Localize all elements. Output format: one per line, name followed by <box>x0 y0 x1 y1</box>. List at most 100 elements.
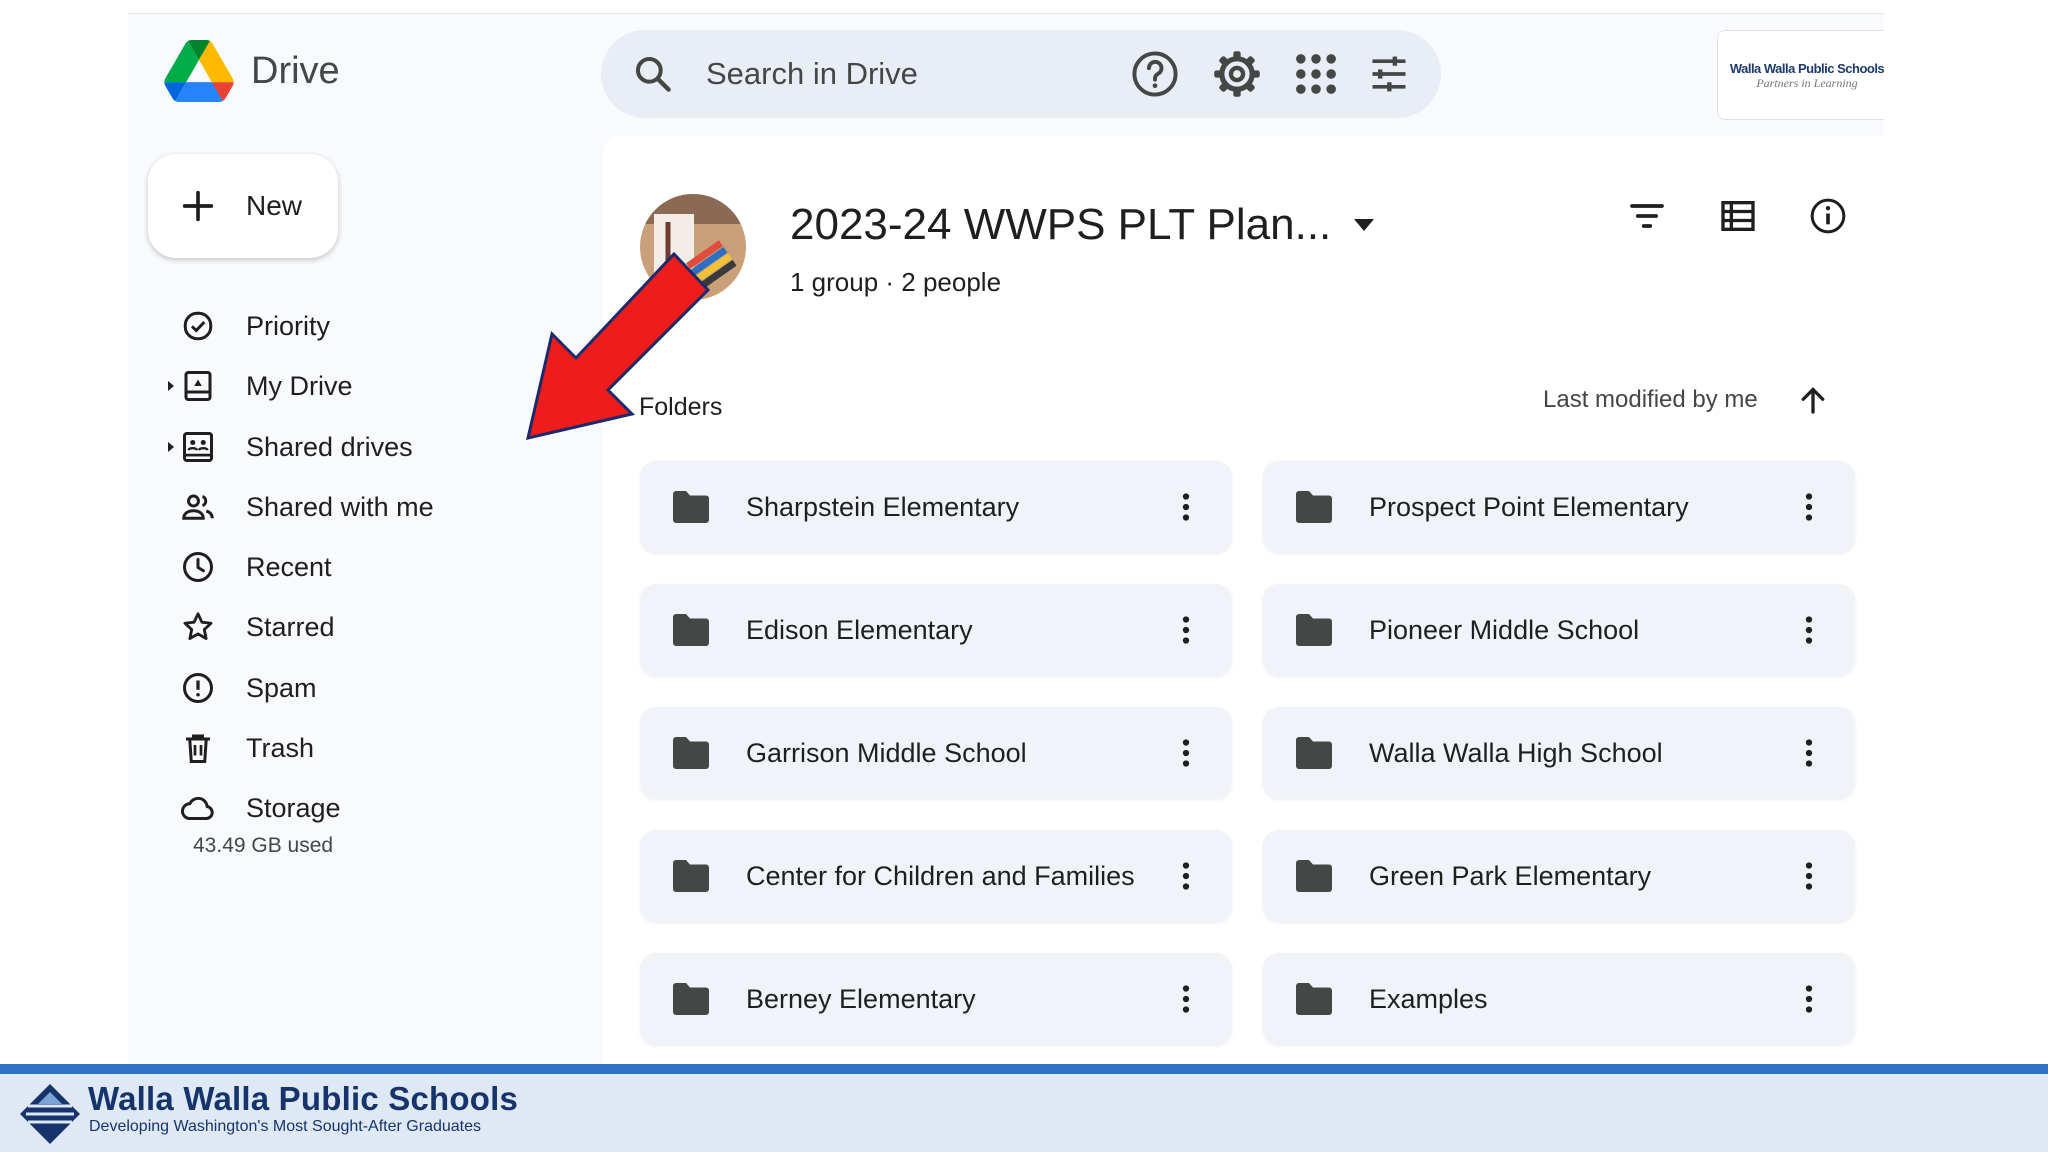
folder-card[interactable]: Edison Elementary <box>640 584 1232 676</box>
footer-tagline: Developing Washington's Most Sought-Afte… <box>89 1118 481 1135</box>
sidebar-item-label: Priority <box>246 311 331 341</box>
sidebar-item-label: Spam <box>246 672 317 703</box>
folder-icon <box>673 491 709 523</box>
folder-icon <box>673 860 709 892</box>
dropdown-arrow-icon[interactable] <box>1353 218 1375 232</box>
folder-icon <box>673 614 709 646</box>
folder-name: Edison Elementary <box>746 615 973 645</box>
more-options-icon[interactable] <box>1168 981 1204 1017</box>
folder-card[interactable]: Pioneer Middle School <box>1263 584 1855 676</box>
folder-name: Garrison Middle School <box>746 738 1027 768</box>
cloud-icon <box>181 797 214 821</box>
folder-name: Center for Children and Families <box>746 861 1135 891</box>
settings-icon[interactable] <box>1211 48 1263 100</box>
more-options-icon[interactable] <box>1791 489 1827 525</box>
storage-used-text: 43.49 GB used <box>193 834 334 857</box>
folder-card[interactable]: Walla Walla High School <box>1263 707 1855 799</box>
search-input[interactable]: Search in Drive <box>706 30 918 118</box>
shared-drive-name: 2023-24 WWPS PLT Plan... <box>790 200 1332 249</box>
sidebar-item-trash[interactable]: Trash <box>128 718 598 778</box>
plus-icon <box>182 190 214 222</box>
footer-org-name: Walla Walla Public Schools <box>88 1080 519 1117</box>
folder-icon <box>1296 614 1332 646</box>
app-name: Drive <box>251 49 340 92</box>
more-options-icon[interactable] <box>1168 858 1204 894</box>
search-icon[interactable] <box>631 52 675 96</box>
shared-drives-icon <box>183 431 213 462</box>
people-icon <box>182 494 214 520</box>
sidebar-item-starred[interactable]: Starred <box>128 597 598 657</box>
folder-card[interactable]: Berney Elementary <box>640 953 1232 1045</box>
filter-icon[interactable] <box>1627 196 1667 236</box>
folder-grid: Sharpstein Elementary Prospect Point Elem… <box>640 461 1860 1045</box>
sort-arrow-up-icon[interactable] <box>1795 382 1831 418</box>
sidebar-item-label: Recent <box>246 552 332 583</box>
priority-check-icon <box>183 311 213 341</box>
list-view-icon[interactable] <box>1718 196 1758 236</box>
folder-icon <box>1296 860 1332 892</box>
folder-name: Pioneer Middle School <box>1369 615 1640 645</box>
folder-icon <box>1296 737 1332 769</box>
sidebar-item-shared-with-me[interactable]: Shared with me <box>128 477 598 537</box>
new-button[interactable]: New <box>148 154 338 258</box>
more-options-icon[interactable] <box>1168 489 1204 525</box>
folder-card[interactable]: Center for Children and Families <box>640 830 1232 922</box>
folder-name: Berney Elementary <box>746 984 976 1014</box>
sort-label[interactable]: Last modified by me <box>1543 386 1758 414</box>
folder-name: Sharpstein Elementary <box>746 492 1020 522</box>
trash-icon <box>186 734 210 764</box>
wwps-emblem-icon <box>20 1084 80 1144</box>
my-drive-icon <box>184 371 212 402</box>
sidebar-item-spam[interactable]: Spam <box>128 658 598 718</box>
folder-card[interactable]: Examples <box>1263 953 1855 1045</box>
folder-icon <box>1296 983 1332 1015</box>
folder-icon <box>673 983 709 1015</box>
sidebar-item-storage[interactable]: Storage <box>128 778 598 838</box>
sidebar-item-label: Starred <box>246 612 335 643</box>
footer-bar <box>0 1064 2048 1074</box>
expand-caret-icon[interactable] <box>163 439 179 455</box>
apps-grid-icon[interactable] <box>1290 48 1342 100</box>
info-icon[interactable] <box>1808 196 1848 236</box>
folder-card[interactable]: Garrison Middle School <box>640 707 1232 799</box>
clock-icon <box>183 552 213 583</box>
folder-name: Prospect Point Elementary <box>1369 492 1689 522</box>
drive-screenshot: Drive Search in Drive Walla Walla Public… <box>128 13 1884 1065</box>
spam-icon <box>183 672 213 703</box>
red-arrow-annotation <box>525 251 711 441</box>
folder-card[interactable]: Sharpstein Elementary <box>640 461 1232 553</box>
folder-card[interactable]: Prospect Point Elementary <box>1263 461 1855 553</box>
tune-icon[interactable] <box>1367 52 1411 96</box>
folder-icon <box>1296 491 1332 523</box>
sidebar-item-label: Trash <box>246 733 315 764</box>
more-options-icon[interactable] <box>1791 612 1827 648</box>
folder-name: Green Park Elementary <box>1369 861 1652 891</box>
shared-drive-members[interactable]: 1 group · 2 people <box>790 267 1001 298</box>
google-drive-logo-icon <box>164 40 234 102</box>
more-options-icon[interactable] <box>1168 735 1204 771</box>
sidebar-item-label: Shared drives <box>246 431 413 462</box>
more-options-icon[interactable] <box>1791 858 1827 894</box>
footer: Walla Walla Public Schools Developing Wa… <box>0 1074 2048 1152</box>
main-panel: 2023-24 WWPS PLT Plan... 1 group · 2 peo… <box>603 136 1884 1065</box>
expand-caret-icon[interactable] <box>163 378 179 394</box>
sidebar-item-label: My Drive <box>246 371 353 402</box>
folder-name: Walla Walla High School <box>1369 738 1663 768</box>
sidebar-item-recent[interactable]: Recent <box>128 537 598 597</box>
folder-name: Examples <box>1369 984 1488 1014</box>
shared-drive-title[interactable]: 2023-24 WWPS PLT Plan... <box>790 200 1375 250</box>
folder-card[interactable]: Green Park Elementary <box>1263 830 1855 922</box>
account-logo-line1: Walla Walla Public Schools <box>1729 61 1884 76</box>
more-options-icon[interactable] <box>1791 981 1827 1017</box>
folder-icon <box>673 737 709 769</box>
new-button-label: New <box>246 190 303 221</box>
account-button[interactable]: Walla Walla Public Schools Partners in L… <box>1717 30 1884 120</box>
more-options-icon[interactable] <box>1791 735 1827 771</box>
sidebar-item-label: Storage <box>246 793 341 824</box>
drive-logo[interactable]: Drive <box>164 40 340 102</box>
account-logo-line2: Partners in Learning <box>1756 76 1858 90</box>
help-icon[interactable] <box>1129 48 1181 100</box>
more-options-icon[interactable] <box>1168 612 1204 648</box>
star-icon <box>183 612 213 641</box>
sidebar-item-label: Shared with me <box>246 491 434 522</box>
